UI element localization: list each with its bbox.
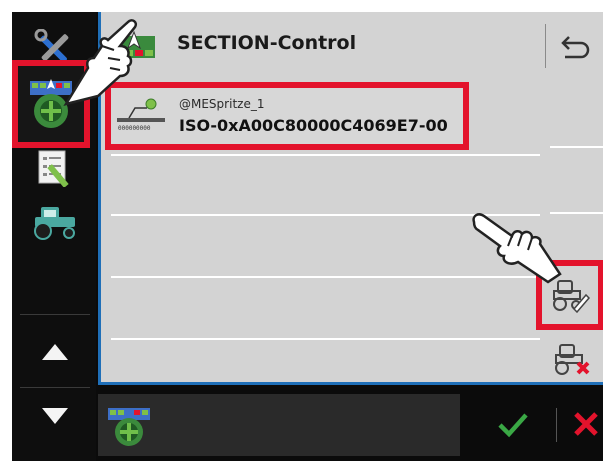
delete-tractor-icon [554, 344, 589, 375]
edit-implement-button[interactable] [536, 260, 603, 330]
cancel-button[interactable] [568, 404, 603, 444]
scroll-down-button[interactable] [18, 386, 92, 446]
status-panel [98, 394, 460, 456]
task-list-icon [38, 150, 69, 187]
confirm-button[interactable] [493, 404, 533, 444]
softkey-panel [536, 80, 603, 385]
page-title: SECTION-Control [177, 32, 357, 54]
section-control-icon [30, 79, 72, 128]
section-control-icon [113, 30, 155, 58]
back-button[interactable] [553, 24, 599, 68]
bottom-divider [556, 408, 557, 442]
arrow-up-icon [42, 344, 68, 360]
sidebar-divider [20, 314, 90, 315]
row-divider [111, 338, 541, 340]
row-divider [111, 214, 541, 216]
header-bar: SECTION-Control [98, 12, 603, 80]
row-divider [111, 276, 541, 278]
svg-text:000000000: 000000000 [118, 125, 151, 132]
sidebar-tractor-button[interactable] [18, 188, 92, 254]
implement-list: 000000000 @MESpritze_1 ISO-0xA00C80000C4… [98, 80, 541, 385]
sprayer-icon: 000000000 [117, 98, 165, 132]
list-item[interactable]: 000000000 @MESpritze_1 ISO-0xA00C80000C4… [105, 82, 469, 150]
left-sidebar [12, 12, 96, 461]
checkmark-icon [498, 413, 528, 438]
cancel-icon [574, 412, 598, 436]
implement-name: @MESpritze_1 [179, 97, 265, 111]
delete-implement-button[interactable] [540, 336, 603, 382]
softkey-divider [550, 212, 603, 214]
scroll-up-button[interactable] [18, 322, 92, 382]
back-icon [561, 36, 590, 59]
bottom-bar [98, 388, 603, 461]
section-control-icon [108, 408, 150, 446]
row-divider [111, 154, 541, 156]
terminal-screen: SECTION-Control 000000000 @MESpritze_1 I… [12, 12, 603, 461]
softkey-divider [550, 146, 603, 148]
arrow-down-icon [42, 408, 68, 424]
header-divider [545, 24, 546, 68]
tractor-icon [34, 207, 75, 240]
edit-tractor-icon [553, 280, 590, 313]
implement-iso-id: ISO-0xA00C80000C4069E7-00 [179, 116, 448, 135]
